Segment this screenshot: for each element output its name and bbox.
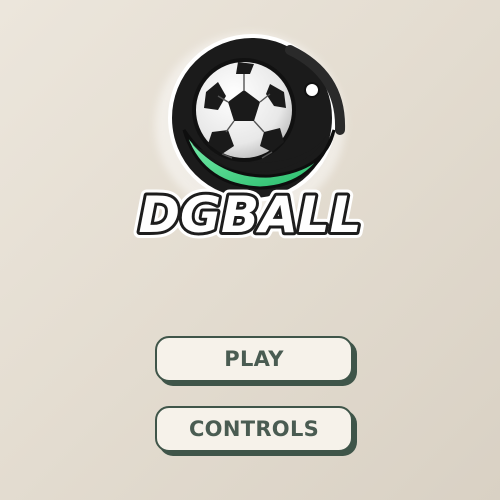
play-button[interactable]: PLAY	[155, 336, 353, 382]
controls-button[interactable]: CONTROLS	[155, 406, 353, 452]
main-menu-screen: DGBALL DGBALL DGBALL PLAY CONTROLS	[0, 0, 500, 500]
logo-wordmark-fill: DGBALL	[138, 186, 361, 244]
logo-graphic: DGBALL DGBALL DGBALL	[132, 33, 368, 250]
controls-button-label: CONTROLS	[188, 417, 320, 441]
game-logo: DGBALL DGBALL DGBALL	[120, 20, 380, 250]
play-button-label: PLAY	[224, 347, 284, 371]
